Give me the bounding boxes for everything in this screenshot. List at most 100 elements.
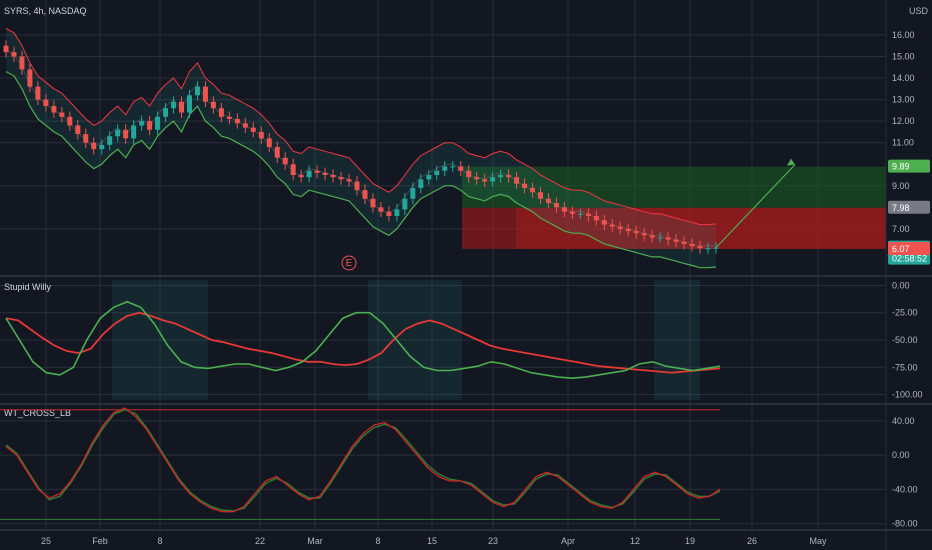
candle-body[interactable]	[19, 56, 25, 70]
candle-body[interactable]	[179, 101, 185, 113]
candle-body[interactable]	[171, 101, 177, 109]
candle-body[interactable]	[514, 177, 520, 184]
candle-body[interactable]	[306, 170, 312, 178]
candle-body[interactable]	[442, 166, 448, 171]
candle-body[interactable]	[386, 211, 392, 216]
candle-body[interactable]	[625, 228, 631, 232]
candle-body[interactable]	[123, 129, 129, 139]
candle-body[interactable]	[330, 175, 336, 178]
candle-body[interactable]	[490, 177, 496, 182]
candle-body[interactable]	[274, 147, 280, 158]
candle-body[interactable]	[522, 183, 528, 188]
candle-body[interactable]	[394, 209, 400, 216]
candle-body[interactable]	[210, 101, 216, 109]
candle-body[interactable]	[67, 116, 73, 126]
candle-body[interactable]	[458, 166, 464, 171]
candle-body[interactable]	[59, 112, 65, 117]
candle-body[interactable]	[139, 121, 145, 126]
candle-body[interactable]	[434, 170, 440, 176]
candle-body[interactable]	[250, 127, 256, 132]
candle-body[interactable]	[681, 241, 687, 244]
candle-body[interactable]	[577, 213, 583, 215]
time-axis-label: Mar	[307, 536, 323, 546]
candle-body[interactable]	[322, 172, 328, 176]
candle-body[interactable]	[186, 95, 192, 113]
time-axis-label: 25	[41, 536, 51, 546]
candle-body[interactable]	[537, 192, 543, 199]
candle-body[interactable]	[354, 181, 360, 191]
candle-body[interactable]	[115, 129, 121, 137]
candle-body[interactable]	[155, 116, 161, 130]
candle-body[interactable]	[649, 235, 655, 238]
candle-body[interactable]	[131, 125, 137, 139]
candle-body[interactable]	[450, 166, 456, 168]
candle-body[interactable]	[226, 116, 232, 119]
candle-body[interactable]	[362, 190, 368, 199]
price-tick-label: 16.00	[892, 30, 915, 40]
candle-body[interactable]	[418, 179, 424, 188]
candle-body[interactable]	[474, 177, 480, 180]
candle-body[interactable]	[569, 211, 575, 214]
candle-body[interactable]	[51, 106, 57, 113]
willy-zone	[112, 280, 208, 400]
candle-body[interactable]	[466, 170, 472, 178]
candle-body[interactable]	[202, 86, 208, 102]
candle-body[interactable]	[163, 108, 169, 117]
candle-body[interactable]	[378, 207, 384, 212]
candle-body[interactable]	[370, 198, 376, 208]
candle-body[interactable]	[218, 108, 224, 117]
symbol-title[interactable]: SYRS, 4h, NASDAQ	[4, 6, 87, 16]
candle-body[interactable]	[617, 226, 623, 229]
candle-body[interactable]	[553, 203, 559, 208]
candle-body[interactable]	[3, 45, 9, 53]
candle-body[interactable]	[713, 247, 719, 249]
candle-body[interactable]	[11, 52, 17, 57]
candle-body[interactable]	[242, 123, 248, 128]
candle-body[interactable]	[346, 179, 352, 182]
candle-body[interactable]	[290, 164, 296, 176]
candle-body[interactable]	[410, 187, 416, 199]
candle-body[interactable]	[298, 175, 304, 178]
candle-body[interactable]	[147, 121, 153, 130]
candle-body[interactable]	[545, 198, 551, 204]
willy-pane-title[interactable]: Stupid Willy	[4, 282, 52, 292]
candle-body[interactable]	[609, 224, 615, 227]
candle-body[interactable]	[83, 134, 89, 143]
candle-body[interactable]	[530, 187, 536, 193]
candle-body[interactable]	[258, 131, 264, 139]
willy-tick-label: -75.00	[892, 362, 918, 372]
candle-body[interactable]	[689, 243, 695, 247]
candle-body[interactable]	[107, 136, 113, 145]
time-axis-label: 22	[255, 536, 265, 546]
candle-body[interactable]	[27, 69, 33, 87]
candle-body[interactable]	[641, 233, 647, 236]
candle-body[interactable]	[498, 175, 504, 178]
candle-body[interactable]	[314, 170, 320, 173]
candle-body[interactable]	[482, 179, 488, 182]
candle-body[interactable]	[282, 157, 288, 165]
willy-tick-label: -100.00	[892, 390, 923, 400]
candle-body[interactable]	[402, 198, 408, 210]
candle-body[interactable]	[99, 144, 105, 150]
candle-body[interactable]	[506, 175, 512, 178]
candle-body[interactable]	[426, 175, 432, 180]
candle-body[interactable]	[633, 231, 639, 234]
candle-body[interactable]	[561, 207, 567, 212]
candle-body[interactable]	[43, 99, 49, 107]
candle-body[interactable]	[593, 215, 599, 221]
candle-body[interactable]	[338, 177, 344, 180]
candle-body[interactable]	[194, 86, 200, 96]
candle-body[interactable]	[657, 237, 663, 239]
candle-body[interactable]	[697, 246, 703, 249]
chart-canvas[interactable]: E SYRS, 4h, NASDAQ USD 16.00 15.00 14.00 13…	[0, 0, 932, 550]
candle-body[interactable]	[585, 213, 591, 216]
candle-body[interactable]	[75, 125, 81, 135]
candle-body[interactable]	[91, 142, 97, 150]
candle-body[interactable]	[601, 220, 607, 225]
candle-body[interactable]	[705, 248, 711, 250]
candle-body[interactable]	[665, 237, 671, 240]
candle-body[interactable]	[266, 138, 272, 147]
candle-body[interactable]	[35, 86, 41, 100]
candle-body[interactable]	[234, 118, 240, 124]
candle-body[interactable]	[673, 239, 679, 242]
